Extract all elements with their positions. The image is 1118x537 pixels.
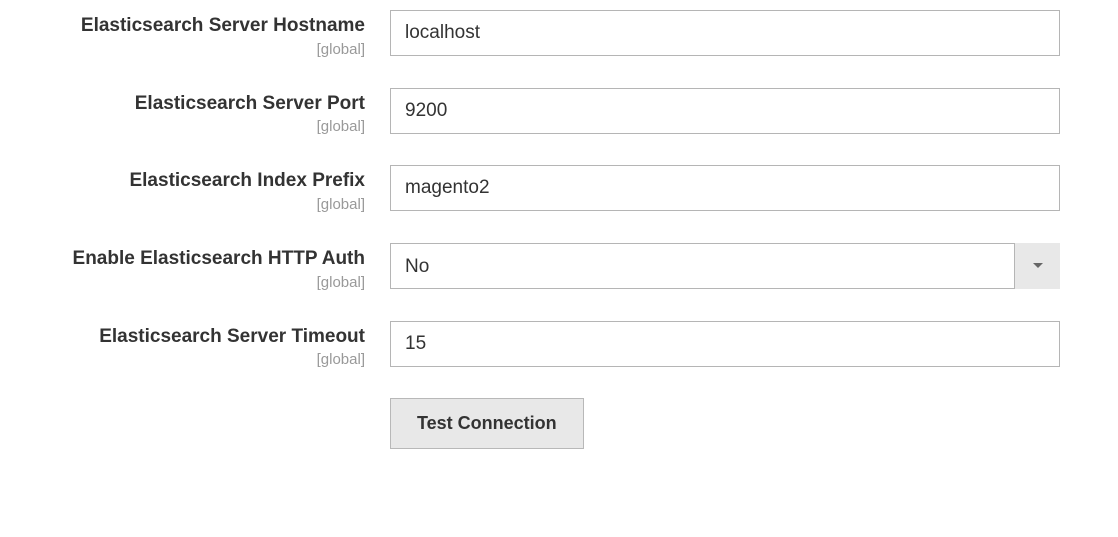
timeout-scope: [global] (30, 351, 365, 368)
index-prefix-label: Elasticsearch Index Prefix (30, 169, 365, 194)
label-col (30, 398, 390, 402)
control-col (390, 165, 1060, 211)
http-auth-scope: [global] (30, 274, 365, 291)
timeout-input[interactable] (390, 321, 1060, 367)
label-col: Elasticsearch Server Hostname [global] (30, 10, 390, 58)
test-connection-button[interactable]: Test Connection (390, 398, 584, 449)
control-col (390, 10, 1060, 56)
control-col (390, 321, 1060, 367)
control-col: Test Connection (390, 398, 1060, 449)
hostname-input[interactable] (390, 10, 1060, 56)
control-col: No (390, 243, 1060, 289)
field-row-http-auth: Enable Elasticsearch HTTP Auth [global] … (30, 243, 1088, 291)
port-scope: [global] (30, 118, 365, 135)
hostname-label: Elasticsearch Server Hostname (30, 14, 365, 39)
control-col (390, 88, 1060, 134)
field-row-timeout: Elasticsearch Server Timeout [global] (30, 321, 1088, 369)
select-wrap: No (390, 243, 1060, 289)
timeout-label: Elasticsearch Server Timeout (30, 325, 365, 350)
http-auth-label: Enable Elasticsearch HTTP Auth (30, 247, 365, 272)
label-col: Elasticsearch Server Port [global] (30, 88, 390, 136)
label-col: Elasticsearch Index Prefix [global] (30, 165, 390, 213)
port-label: Elasticsearch Server Port (30, 92, 365, 117)
http-auth-select[interactable]: No (390, 243, 1060, 289)
port-input[interactable] (390, 88, 1060, 134)
button-row: Test Connection (30, 398, 1088, 449)
field-row-hostname: Elasticsearch Server Hostname [global] (30, 10, 1088, 58)
label-col: Enable Elasticsearch HTTP Auth [global] (30, 243, 390, 291)
field-row-index-prefix: Elasticsearch Index Prefix [global] (30, 165, 1088, 213)
index-prefix-input[interactable] (390, 165, 1060, 211)
index-prefix-scope: [global] (30, 196, 365, 213)
hostname-scope: [global] (30, 41, 365, 58)
label-col: Elasticsearch Server Timeout [global] (30, 321, 390, 369)
field-row-port: Elasticsearch Server Port [global] (30, 88, 1088, 136)
